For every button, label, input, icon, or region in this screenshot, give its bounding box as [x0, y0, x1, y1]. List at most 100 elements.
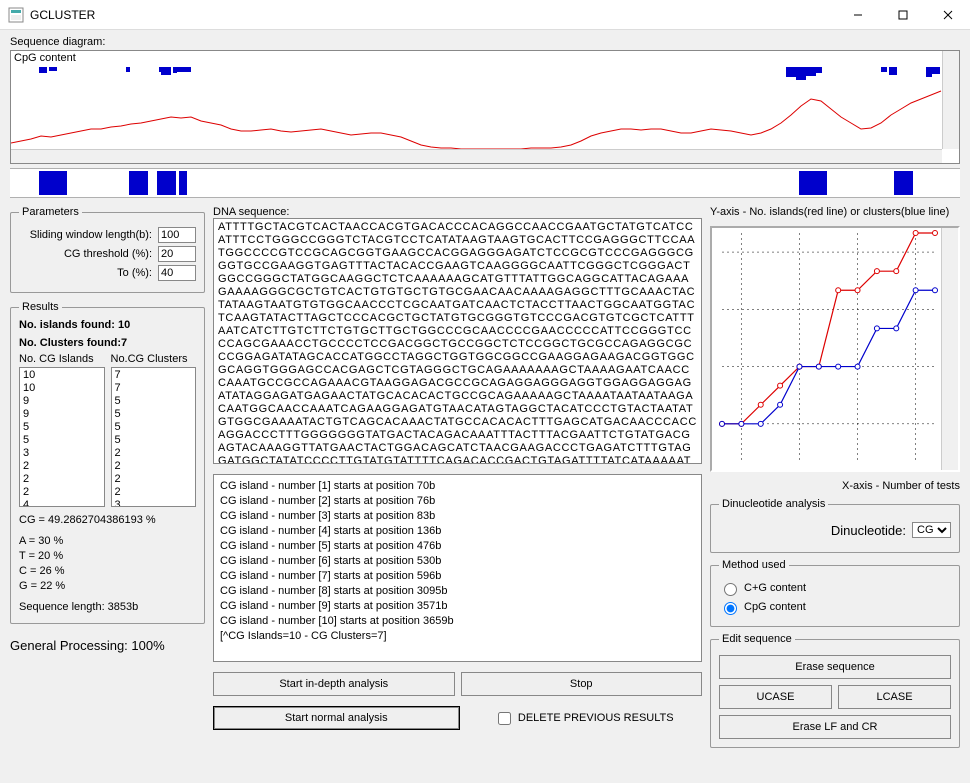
list-item[interactable]: 2 — [115, 460, 193, 473]
results-log[interactable]: CG island - number [1] starts at positio… — [213, 474, 702, 662]
edit-sequence-group: Edit sequence Erase sequence UCASE LCASE… — [710, 633, 960, 748]
chart-y-label: Y-axis - No. islands(red line) or cluste… — [710, 206, 960, 218]
erase-sequence-button[interactable]: Erase sequence — [719, 655, 951, 679]
list-item[interactable]: 10 — [23, 382, 101, 395]
stop-button[interactable]: Stop — [461, 672, 703, 696]
list-item[interactable]: 4 — [23, 499, 101, 507]
islands-list-header: No. CG Islands — [19, 353, 105, 365]
dinucleotide-group: Dinucleotide analysis Dinucleotide: CG — [710, 498, 960, 553]
log-line: CG island - number [10] starts at positi… — [220, 614, 695, 629]
list-item[interactable]: 5 — [23, 421, 101, 434]
dna-sequence-textarea[interactable]: ATTTTGCTACGTCACTAACCACGTGACACCCACAGGCCAA… — [213, 218, 702, 464]
list-item[interactable]: 9 — [23, 395, 101, 408]
start-normal-button[interactable]: Start normal analysis — [213, 706, 460, 730]
list-item[interactable]: 2 — [23, 460, 101, 473]
cpg-content-radio[interactable] — [724, 602, 737, 615]
seq-diagram-vscrollbar[interactable] — [942, 51, 959, 149]
cg-threshold-input[interactable] — [158, 246, 196, 262]
dna-sequence-label: DNA sequence: — [213, 206, 702, 218]
list-item[interactable]: 10 — [23, 369, 101, 382]
c-percent: C = 26 % — [19, 564, 196, 579]
cluster-band — [129, 171, 148, 195]
lcase-button[interactable]: LCASE — [838, 685, 951, 709]
start-indepth-button[interactable]: Start in-depth analysis — [213, 672, 455, 696]
cg-threshold-label: CG threshold (%): — [64, 248, 152, 260]
log-line: CG island - number [1] starts at positio… — [220, 479, 695, 494]
cluster-band — [157, 171, 176, 195]
clusters-listbox[interactable]: 775555222233 — [111, 367, 197, 507]
seq-diagram-hscrollbar[interactable] — [11, 149, 942, 163]
close-button[interactable] — [925, 0, 970, 30]
list-item[interactable]: 9 — [23, 408, 101, 421]
list-item[interactable]: 2 — [23, 486, 101, 499]
clusters-found: No. Clusters found:7 — [19, 337, 196, 349]
chart-x-label: X-axis - Number of tests — [710, 480, 960, 492]
results-chart[interactable] — [710, 226, 960, 472]
log-line: CG island - number [5] starts at positio… — [220, 539, 695, 554]
list-item[interactable]: 2 — [115, 447, 193, 460]
list-item[interactable]: 7 — [115, 369, 193, 382]
log-line: CG island - number [4] starts at positio… — [220, 524, 695, 539]
method-legend: Method used — [719, 559, 789, 571]
results-legend: Results — [19, 301, 62, 313]
to-input[interactable] — [158, 265, 196, 281]
app-icon — [8, 7, 24, 23]
list-item[interactable]: 5 — [115, 421, 193, 434]
sequence-diagram[interactable]: CpG content — [10, 50, 960, 164]
chart-vscrollbar[interactable] — [941, 228, 958, 470]
log-line: CG island - number [6] starts at positio… — [220, 554, 695, 569]
sequence-length: Sequence length: 3853b — [19, 600, 196, 615]
dinucleotide-label: Dinucleotide: — [831, 523, 906, 538]
erase-lfcr-button[interactable]: Erase LF and CR — [719, 715, 951, 739]
window-title: GCLUSTER — [30, 8, 835, 22]
log-line — [220, 644, 695, 659]
delete-previous-label: DELETE PREVIOUS RESULTS — [518, 712, 674, 724]
to-label: To (%): — [117, 267, 152, 279]
log-line: CG island - number [7] starts at positio… — [220, 569, 695, 584]
list-item[interactable]: 5 — [115, 408, 193, 421]
minimize-button[interactable] — [835, 0, 880, 30]
list-item[interactable]: 7 — [115, 382, 193, 395]
log-line: CG island - number [3] starts at positio… — [220, 509, 695, 524]
dinucleotide-legend: Dinucleotide analysis — [719, 498, 828, 510]
sequence-diagram-label: Sequence diagram: — [10, 36, 960, 48]
parameters-group: Parameters Sliding window length(b): CG … — [10, 206, 205, 293]
results-group: Results No. islands found: 10 No. Cluste… — [10, 301, 205, 624]
islands-listbox[interactable]: 10109955322244 — [19, 367, 105, 507]
titlebar: GCLUSTER — [0, 0, 970, 30]
general-processing: General Processing: 100% — [10, 638, 205, 653]
log-line: [^CG Islands=10 - CG Clusters=7] — [220, 629, 695, 644]
a-percent: A = 30 % — [19, 534, 196, 549]
islands-found: No. islands found: 10 — [19, 319, 196, 331]
cluster-band — [799, 171, 828, 195]
log-line: CG island - number [2] starts at positio… — [220, 494, 695, 509]
list-item[interactable]: 2 — [115, 473, 193, 486]
list-item[interactable]: 2 — [23, 473, 101, 486]
cg-content-label: C+G content — [744, 582, 806, 594]
log-line: CG island - number [8] starts at positio… — [220, 584, 695, 599]
method-group: Method used C+G content CpG content — [710, 559, 960, 627]
cluster-band — [894, 171, 913, 195]
log-line: CG island - number [9] starts at positio… — [220, 599, 695, 614]
list-item[interactable]: 5 — [115, 434, 193, 447]
list-item[interactable]: 3 — [115, 499, 193, 507]
g-percent: G = 22 % — [19, 579, 196, 594]
list-item[interactable]: 3 — [23, 447, 101, 460]
dinucleotide-select[interactable]: CG — [912, 522, 951, 538]
sliding-window-input[interactable] — [158, 227, 196, 243]
t-percent: T = 20 % — [19, 549, 196, 564]
delete-previous-checkbox[interactable] — [498, 712, 511, 725]
list-item[interactable]: 5 — [115, 395, 193, 408]
list-item[interactable]: 5 — [23, 434, 101, 447]
cluster-band — [179, 171, 187, 195]
edit-sequence-legend: Edit sequence — [719, 633, 795, 645]
cluster-track[interactable] — [10, 168, 960, 198]
ucase-button[interactable]: UCASE — [719, 685, 832, 709]
log-line: CG island - number [1] starts at positio… — [220, 659, 695, 662]
sliding-window-label: Sliding window length(b): — [30, 229, 152, 241]
cg-content-radio[interactable] — [724, 583, 737, 596]
list-item[interactable]: 2 — [115, 486, 193, 499]
maximize-button[interactable] — [880, 0, 925, 30]
cg-percent: CG = 49.2862704386193 % — [19, 513, 196, 528]
clusters-list-header: No.CG Clusters — [111, 353, 197, 365]
